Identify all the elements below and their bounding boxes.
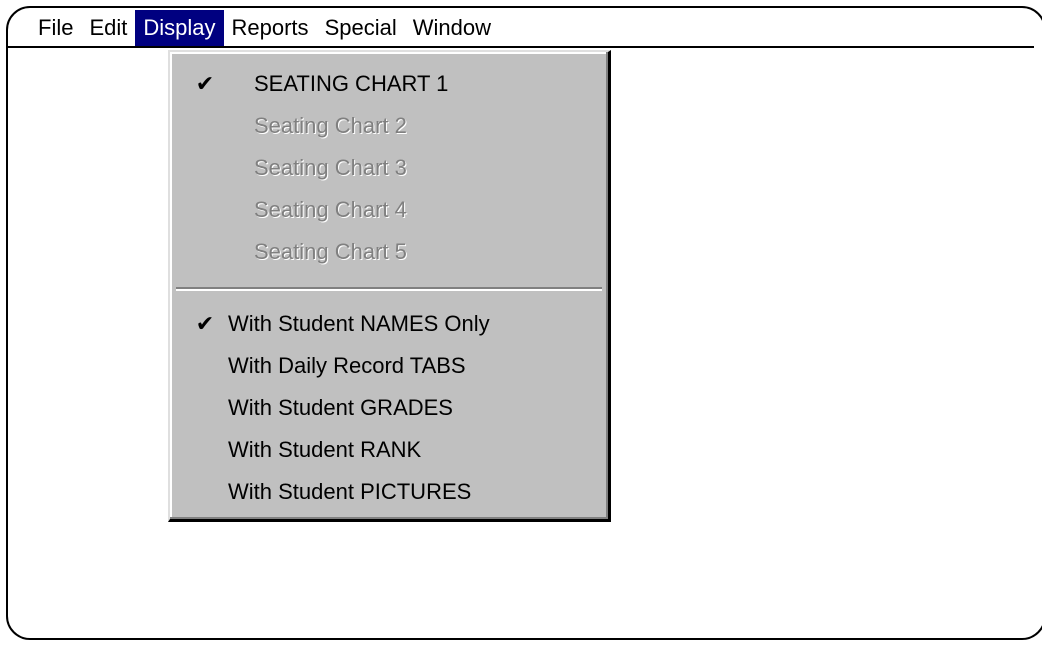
menu-separator — [176, 287, 602, 291]
menu-item-label: With Daily Record TABS — [228, 353, 466, 378]
menu-item-label: Seating Chart 5 — [254, 239, 407, 264]
menu-item-label: With Student PICTURES — [228, 479, 472, 504]
menu-window[interactable]: Window — [405, 10, 499, 46]
menu-item-student-rank[interactable]: With Student RANK — [170, 430, 608, 470]
menu-item-label: With Student RANK — [228, 437, 422, 462]
menu-item-label: With Student GRADES — [228, 395, 453, 420]
checkmark-icon: ✔ — [195, 71, 215, 96]
menu-item-daily-record-tabs[interactable]: With Daily Record TABS — [170, 346, 608, 386]
menu-item-label: Seating Chart 2 — [254, 113, 407, 138]
menu-item-student-grades[interactable]: With Student GRADES — [170, 388, 608, 428]
display-dropdown-menu: ✔ SEATING CHART 1 Seating Chart 2 Seatin… — [168, 50, 611, 522]
menu-item-seating-chart-5: Seating Chart 5 — [170, 232, 608, 272]
menu-item-label: Seating Chart 3 — [254, 155, 407, 180]
menu-item-seating-chart-4: Seating Chart 4 — [170, 190, 608, 230]
menu-item-label: Seating Chart 4 — [254, 197, 407, 222]
menu-item-label: With Student NAMES Only — [228, 311, 490, 336]
menu-reports[interactable]: Reports — [224, 10, 317, 46]
checkmark-icon: ✔ — [195, 311, 215, 336]
menu-item-label: SEATING CHART 1 — [254, 71, 449, 96]
menu-file[interactable]: File — [30, 10, 81, 46]
menu-item-seating-chart-3: Seating Chart 3 — [170, 148, 608, 188]
menu-item-student-pictures[interactable]: With Student PICTURES — [170, 472, 608, 512]
menu-item-seating-chart-1[interactable]: ✔ SEATING CHART 1 — [170, 64, 608, 104]
menu-item-seating-chart-2: Seating Chart 2 — [170, 106, 608, 146]
menu-edit[interactable]: Edit — [81, 10, 135, 46]
menu-item-student-names[interactable]: ✔ With Student NAMES Only — [170, 304, 608, 344]
menu-bar: File Edit Display Reports Special Window — [8, 10, 1034, 48]
menu-display[interactable]: Display — [135, 10, 224, 46]
menu-special[interactable]: Special — [317, 10, 405, 46]
